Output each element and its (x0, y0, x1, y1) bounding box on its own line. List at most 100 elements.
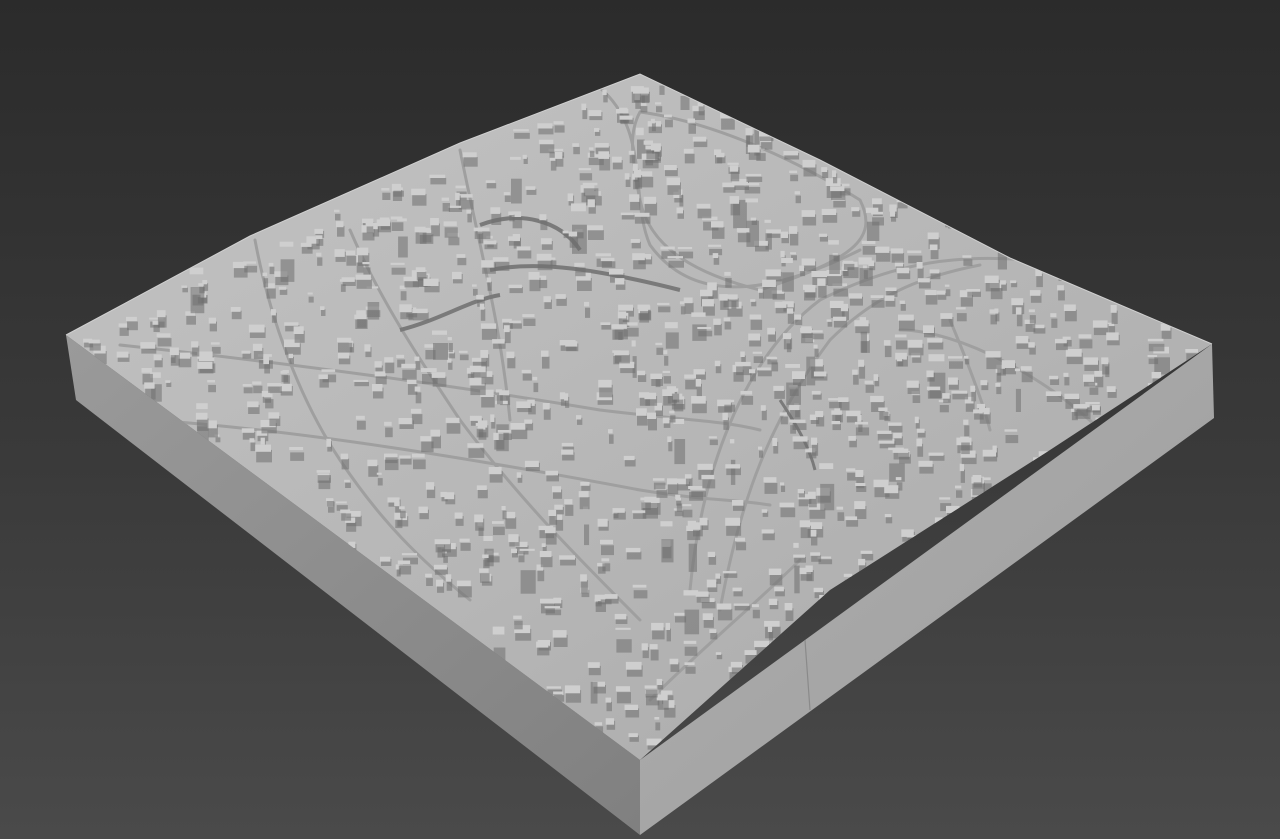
building (247, 401, 259, 408)
building (966, 289, 980, 292)
building (353, 379, 368, 382)
building-shadow (356, 420, 366, 430)
building (541, 350, 549, 357)
building (1000, 280, 1006, 285)
building-shadow (317, 475, 331, 483)
building (1064, 393, 1079, 399)
building-shadow (781, 485, 786, 492)
building-shadow (435, 543, 451, 553)
building-shadow (879, 411, 889, 420)
building (510, 423, 527, 430)
building (1033, 457, 1048, 464)
building (492, 339, 505, 344)
building (241, 428, 255, 433)
building (540, 238, 552, 245)
building-shadow (525, 422, 534, 431)
building-shadow (166, 382, 172, 387)
building (562, 230, 569, 234)
building (401, 553, 417, 556)
building-shadow (385, 362, 395, 374)
building (344, 479, 350, 483)
building (376, 219, 391, 227)
building-shadow (860, 331, 867, 353)
3d-viewport[interactable] (0, 0, 1280, 839)
building (506, 351, 515, 359)
building-shadow (190, 287, 205, 314)
building (860, 550, 873, 554)
building (475, 423, 483, 426)
building (714, 360, 721, 367)
building (260, 437, 265, 445)
building-shadow (674, 511, 684, 517)
building-shadow (606, 701, 612, 712)
building (684, 474, 692, 479)
building (889, 204, 897, 212)
building-shadow (498, 433, 512, 440)
building-shadow (945, 289, 951, 297)
building-shadow (355, 319, 368, 329)
building (838, 588, 853, 591)
building-shadow (764, 483, 778, 494)
building (725, 464, 740, 469)
building (553, 597, 562, 604)
building-shadow (900, 304, 906, 311)
building (1085, 402, 1100, 405)
building-shadow (616, 692, 631, 704)
building-shadow (426, 578, 433, 586)
building (384, 453, 397, 456)
building (1110, 305, 1117, 313)
building (615, 627, 631, 630)
building (783, 151, 799, 156)
building-shadow (960, 469, 965, 483)
building (594, 143, 609, 148)
building (758, 446, 763, 450)
building (810, 552, 821, 556)
building (833, 316, 847, 321)
building-shadow (581, 580, 588, 594)
building (724, 271, 731, 276)
building-shadow (846, 519, 859, 527)
building (654, 147, 660, 152)
building-shadow (829, 254, 840, 274)
building (973, 409, 983, 414)
building (715, 573, 721, 579)
building (994, 308, 999, 314)
building (156, 310, 166, 318)
building-shadow (730, 170, 740, 182)
building-shadow (771, 646, 784, 655)
building (399, 455, 411, 459)
building (719, 294, 728, 301)
building (524, 460, 539, 467)
building-shadow (856, 486, 867, 492)
building-shadow (750, 319, 763, 330)
building (559, 555, 575, 560)
building (963, 419, 969, 425)
building-shadow (759, 450, 764, 458)
building (1049, 375, 1059, 380)
building-shadow (676, 503, 683, 512)
building (483, 536, 493, 541)
building-shadow (430, 177, 447, 185)
building-shadow (680, 306, 686, 315)
building-shadow (400, 458, 412, 465)
building-shadow (504, 195, 511, 202)
building-shadow (708, 555, 717, 565)
building-shadow (688, 124, 696, 134)
building-shadow (514, 132, 530, 139)
building (443, 221, 457, 226)
building (479, 568, 489, 573)
building-shadow (818, 284, 827, 298)
building (875, 246, 890, 253)
building (906, 535, 917, 538)
building (362, 218, 374, 224)
city-terrain-model[interactable] (0, 0, 1280, 839)
building-shadow (656, 489, 668, 498)
building (744, 650, 757, 655)
building-shadow (514, 620, 523, 630)
building-shadow (685, 379, 697, 390)
building (661, 690, 673, 695)
building-shadow (786, 382, 801, 405)
building (936, 290, 946, 295)
building-shadow (448, 237, 460, 246)
building-shadow (565, 504, 574, 516)
